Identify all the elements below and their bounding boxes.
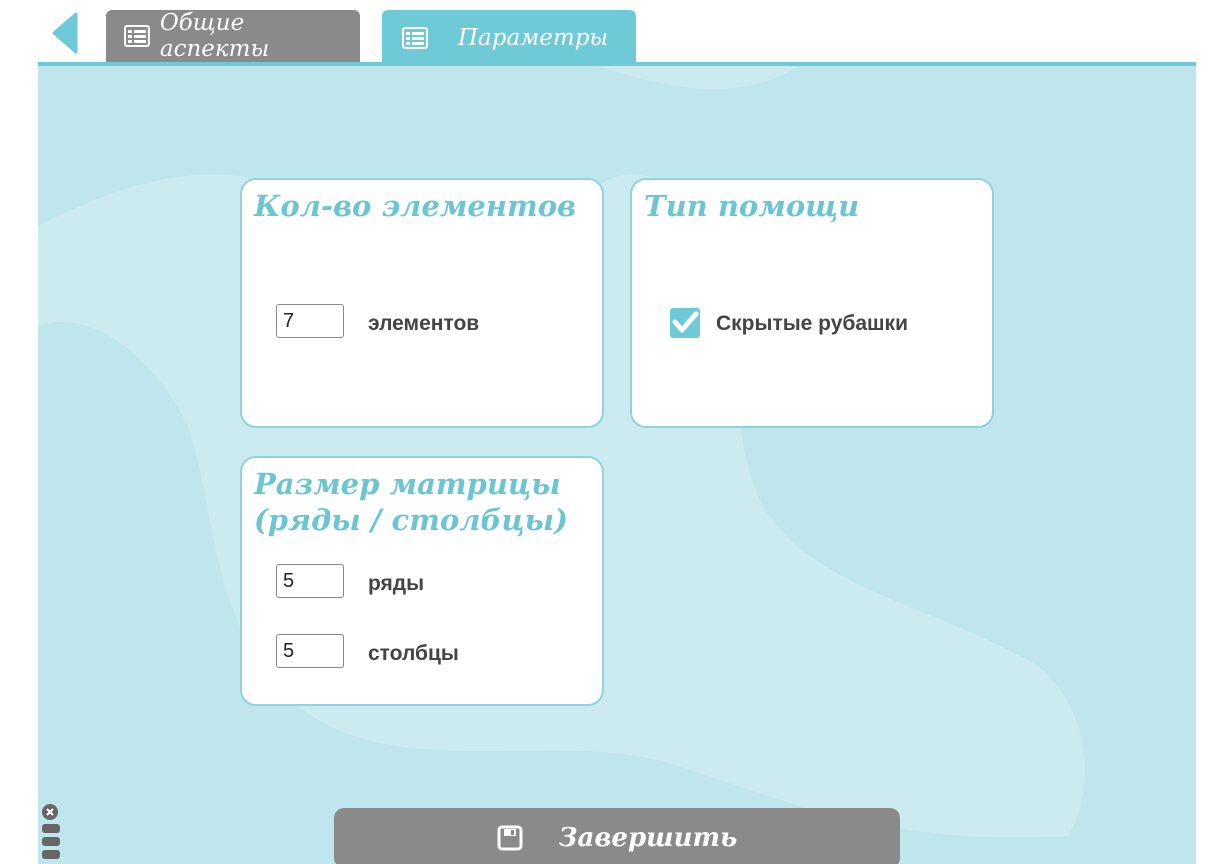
tab-parameters-label: Параметры xyxy=(458,25,609,51)
side-toolbar xyxy=(42,804,62,863)
list-icon xyxy=(124,25,150,47)
help-type-card: Тип помощи Скрытые рубашки xyxy=(630,178,994,428)
help-type-title: Тип помощи xyxy=(644,189,860,223)
matrix-size-title: Размер матрицы (ряды / столбцы) xyxy=(254,466,568,538)
back-arrow-icon xyxy=(52,12,78,54)
finish-button[interactable]: Завершить xyxy=(334,808,900,864)
matrix-size-title-line2: (ряды / столбцы) xyxy=(254,503,568,537)
save-icon xyxy=(497,825,523,851)
elements-count-title: Кол-во элементов xyxy=(254,189,577,223)
rows-input[interactable] xyxy=(276,564,344,598)
tool-handle-icon[interactable] xyxy=(42,837,60,846)
tab-general-label: Общие аспекты xyxy=(159,10,270,62)
finish-label: Завершить xyxy=(558,823,738,853)
elements-count-label: элементов xyxy=(368,312,480,335)
columns-input[interactable] xyxy=(276,634,344,668)
matrix-size-title-line1: Размер матрицы xyxy=(254,467,561,501)
background-decoration xyxy=(38,66,1085,838)
close-icon[interactable] xyxy=(42,804,58,820)
columns-label: столбцы xyxy=(368,642,459,665)
tool-handle-icon[interactable] xyxy=(42,850,60,859)
list-icon xyxy=(402,27,428,49)
settings-panel: Кол-во элементов элементов Тип помощи Ск… xyxy=(38,62,1196,864)
tab-parameters[interactable]: Параметры xyxy=(382,10,636,66)
checkmark-icon xyxy=(672,311,699,333)
elements-count-input[interactable] xyxy=(276,304,344,338)
rows-label: ряды xyxy=(368,572,425,595)
tool-handle-icon[interactable] xyxy=(42,824,60,833)
hidden-backs-checkbox[interactable] xyxy=(670,308,700,338)
hidden-backs-label: Скрытые рубашки xyxy=(716,312,908,335)
back-button[interactable] xyxy=(50,12,78,54)
tab-general-aspects[interactable]: Общие аспекты xyxy=(106,10,360,62)
elements-count-card: Кол-во элементов элементов xyxy=(240,178,604,428)
matrix-size-card: Размер матрицы (ряды / столбцы) ряды сто… xyxy=(240,456,604,706)
